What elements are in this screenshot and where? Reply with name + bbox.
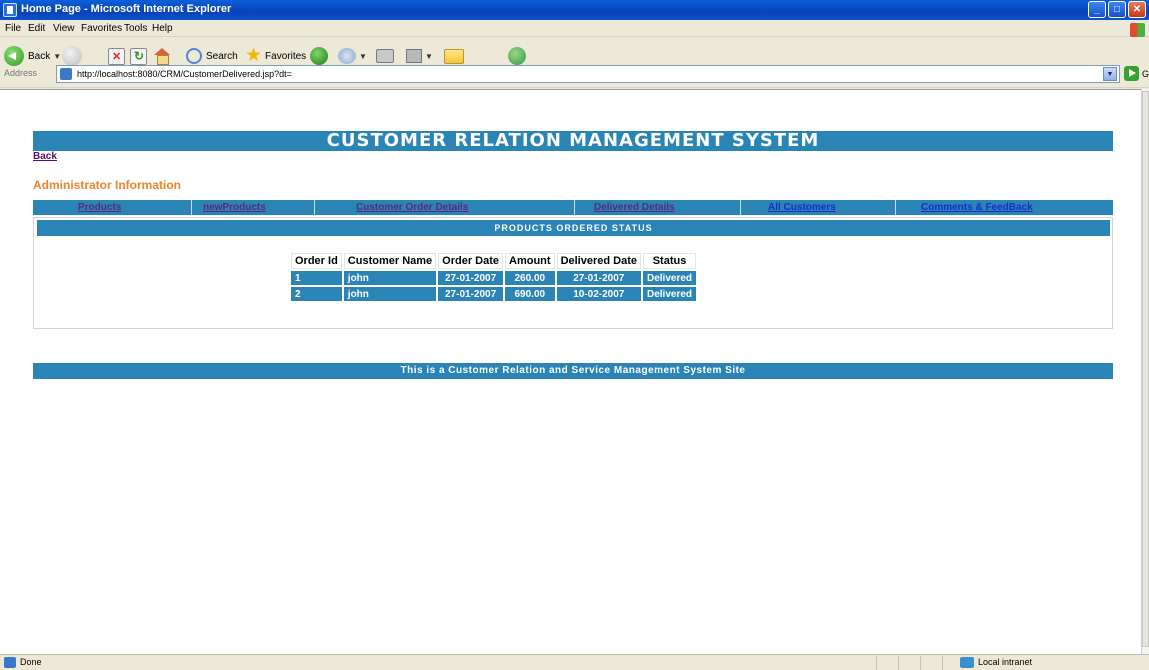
standard-toolbar: Back ▼ Search ★ Favorites ▼ ▼ Address ht…: [0, 38, 1149, 88]
customer-name-cell: john: [343, 271, 437, 285]
status-text: Done: [20, 657, 42, 667]
nav-divider: [574, 200, 575, 215]
menu-tools[interactable]: Tools: [124, 23, 147, 34]
status-cell: Delivered: [643, 271, 697, 285]
page-viewport: CUSTOMER RELATION MANAGEMENT SYSTEM Back…: [0, 89, 1141, 654]
nav-divider: [314, 200, 315, 215]
amount-cell: 260.00: [505, 271, 555, 285]
nav-comments-feedback[interactable]: Comments & FeedBack: [921, 202, 1033, 213]
vertical-scrollbar[interactable]: [1141, 89, 1149, 654]
order-date-cell: 27-01-2007: [438, 287, 504, 301]
nav-divider: [895, 200, 896, 215]
go-button-label: Go: [1142, 68, 1149, 79]
address-field[interactable]: http://localhost:8080/CRM/CustomerDelive…: [56, 65, 1120, 83]
customer-name-cell: john: [343, 287, 437, 301]
column-header: Order Date: [438, 253, 504, 269]
column-header: Order Id: [291, 253, 342, 269]
status-cell: Delivered: [643, 287, 697, 301]
nav-customer-order-details[interactable]: Customer Order Details: [356, 202, 468, 213]
go-button[interactable]: Go: [1124, 66, 1149, 81]
admin-heading: Administrator Information: [33, 178, 182, 192]
refresh-icon: [130, 47, 147, 65]
order-date-cell: 27-01-2007: [438, 271, 504, 285]
mail-icon: [338, 48, 356, 64]
stop-icon: [108, 47, 125, 65]
status-bar: Done Local intranet: [0, 654, 1149, 670]
amount-cell: 690.00: [505, 287, 555, 301]
chevron-down-icon: ▼: [425, 51, 433, 61]
nav-products[interactable]: Products: [78, 202, 121, 213]
admin-nav-bar: Products newProducts Customer Order Deta…: [33, 200, 1113, 215]
chevron-down-icon[interactable]: ▼: [1103, 67, 1117, 81]
close-button[interactable]: ✕: [1128, 1, 1146, 18]
menu-file[interactable]: File: [5, 23, 21, 34]
print-icon: [376, 49, 394, 63]
nav-divider: [740, 200, 741, 215]
menu-edit[interactable]: Edit: [28, 23, 45, 34]
status-cell-divider: [920, 656, 942, 670]
status-cell-divider: [876, 656, 898, 670]
column-header: Customer Name: [343, 253, 437, 269]
edit-icon: [406, 49, 422, 63]
minimize-button[interactable]: _: [1088, 1, 1106, 18]
panel-title: PRODUCTS ORDERED STATUS: [37, 220, 1110, 236]
nav-all-customers[interactable]: All Customers: [768, 202, 836, 213]
search-icon: [186, 48, 202, 64]
go-arrow-icon: [1124, 66, 1139, 81]
address-url: http://localhost:8080/CRM/CustomerDelive…: [77, 69, 292, 79]
table-header-row: Order Id Customer Name Order Date Amount…: [291, 253, 697, 269]
orders-table: Order Id Customer Name Order Date Amount…: [289, 251, 698, 303]
ie-app-icon: [3, 3, 17, 17]
order-id-cell: 2: [291, 287, 342, 301]
security-zone-label: Local intranet: [978, 657, 1033, 667]
favorites-button-label: Favorites: [265, 50, 307, 62]
order-status-panel: PRODUCTS ORDERED STATUS Order Id Custome…: [33, 217, 1113, 329]
column-header: Status: [643, 253, 697, 269]
maximize-button[interactable]: □: [1108, 1, 1126, 18]
delivered-date-cell: 27-01-2007: [556, 271, 641, 285]
windows-flag-icon: [1130, 23, 1145, 37]
window-title: Home Page - Microsoft Internet Explorer: [21, 3, 232, 15]
order-id-cell: 1: [291, 271, 342, 285]
menu-help[interactable]: Help: [152, 23, 173, 34]
delivered-date-cell: 10-02-2007: [556, 287, 641, 301]
page-icon: [60, 68, 72, 80]
menu-favorites[interactable]: Favorites: [81, 23, 122, 34]
table-row: 1 john 27-01-2007 260.00 27-01-2007 Deli…: [291, 271, 697, 285]
intranet-zone-icon: [960, 657, 974, 668]
menu-view[interactable]: View: [53, 23, 75, 34]
nav-divider: [191, 200, 192, 215]
back-link[interactable]: Back: [33, 151, 57, 162]
nav-delivered-details[interactable]: Delivered Details: [594, 202, 675, 213]
status-cell-divider: [898, 656, 920, 670]
search-button-label: Search: [206, 50, 238, 62]
chevron-down-icon: ▼: [359, 51, 367, 61]
scrollbar-thumb[interactable]: [1142, 91, 1149, 647]
title-bar: Home Page - Microsoft Internet Explorer …: [0, 0, 1149, 20]
menu-bar: File Edit View Favorites Tools Help: [0, 20, 1149, 37]
address-label: Address: [4, 68, 38, 78]
address-row: Address http://localhost:8080/CRM/Custom…: [0, 63, 1149, 85]
column-header: Delivered Date: [556, 253, 641, 269]
nav-new-products[interactable]: newProducts: [203, 202, 266, 213]
site-footer: This is a Customer Relation and Service …: [33, 363, 1113, 379]
table-row: 2 john 27-01-2007 690.00 10-02-2007 Deli…: [291, 287, 697, 301]
column-header: Amount: [505, 253, 555, 269]
folder-icon: [444, 48, 464, 64]
page-done-icon: [4, 657, 16, 668]
back-button-label: Back: [28, 50, 51, 62]
chevron-down-icon: ▼: [53, 51, 62, 61]
status-cell-divider: [942, 656, 956, 670]
site-banner: CUSTOMER RELATION MANAGEMENT SYSTEM: [33, 131, 1113, 151]
home-icon: [153, 48, 171, 65]
